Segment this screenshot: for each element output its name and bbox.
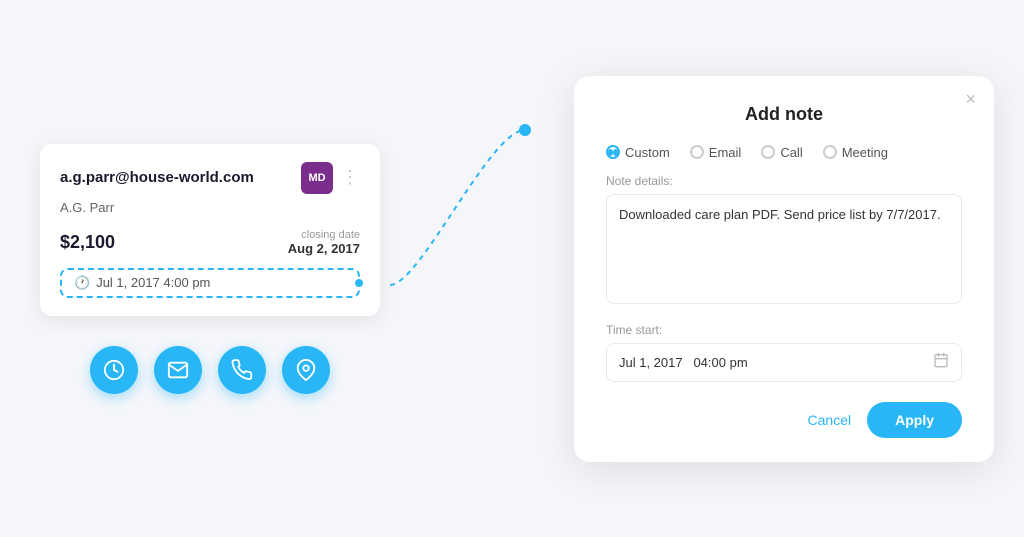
closing-date-value: Aug 2, 2017 <box>288 241 360 256</box>
time-input-row <box>606 343 962 382</box>
action-icons-row <box>90 346 330 394</box>
card-top-right: MD ⋮ <box>301 162 360 194</box>
card-bottom: $2,100 closing date Aug 2, 2017 <box>60 229 360 256</box>
calendar-icon <box>933 352 949 373</box>
note-textarea[interactable] <box>606 194 962 304</box>
clock-action-button[interactable] <box>90 346 138 394</box>
contact-card: a.g.parr@house-world.com MD ⋮ A.G. Parr … <box>40 144 380 316</box>
contact-name: A.G. Parr <box>60 200 360 215</box>
contact-email: a.g.parr@house-world.com <box>60 169 254 186</box>
radio-email[interactable]: Email <box>690 145 742 160</box>
close-button[interactable]: × <box>965 90 976 108</box>
note-type-row: Custom Email Call Meeting <box>606 145 962 160</box>
radio-call[interactable]: Call <box>761 145 802 160</box>
radio-call-circle <box>761 145 775 159</box>
date-badge-text: Jul 1, 2017 4:00 pm <box>96 275 210 290</box>
date-badge-container: 🕐 Jul 1, 2017 4:00 pm <box>60 268 360 298</box>
radio-meeting-label: Meeting <box>842 145 888 160</box>
closing-label: closing date <box>288 229 360 241</box>
email-action-button[interactable] <box>154 346 202 394</box>
avatar: MD <box>301 162 333 194</box>
panel-title: Add note <box>606 104 962 125</box>
date-badge: 🕐 Jul 1, 2017 4:00 pm <box>60 268 360 298</box>
card-menu-dots[interactable]: ⋮ <box>341 167 360 188</box>
radio-call-label: Call <box>780 145 802 160</box>
clock-small-icon: 🕐 <box>74 275 90 291</box>
time-start-label: Time start: <box>606 323 962 337</box>
radio-email-circle <box>690 145 704 159</box>
radio-custom-label: Custom <box>625 145 670 160</box>
apply-button[interactable]: Apply <box>867 402 962 438</box>
time-input[interactable] <box>619 355 933 370</box>
card-top: a.g.parr@house-world.com MD ⋮ <box>60 162 360 194</box>
add-note-panel: × Add note Custom Email Call Meeting Not… <box>574 76 994 462</box>
closing-info: closing date Aug 2, 2017 <box>288 229 360 256</box>
panel-actions: Cancel Apply <box>606 402 962 438</box>
radio-custom-circle <box>606 145 620 159</box>
left-area: a.g.parr@house-world.com MD ⋮ A.G. Parr … <box>40 144 380 394</box>
note-details-label: Note details: <box>606 174 962 188</box>
radio-custom[interactable]: Custom <box>606 145 670 160</box>
radio-meeting-circle <box>823 145 837 159</box>
main-container: a.g.parr@house-world.com MD ⋮ A.G. Parr … <box>0 0 1024 537</box>
radio-email-label: Email <box>709 145 742 160</box>
radio-meeting[interactable]: Meeting <box>823 145 888 160</box>
contact-price: $2,100 <box>60 232 115 253</box>
cancel-button[interactable]: Cancel <box>808 412 852 428</box>
location-action-button[interactable] <box>282 346 330 394</box>
phone-action-button[interactable] <box>218 346 266 394</box>
